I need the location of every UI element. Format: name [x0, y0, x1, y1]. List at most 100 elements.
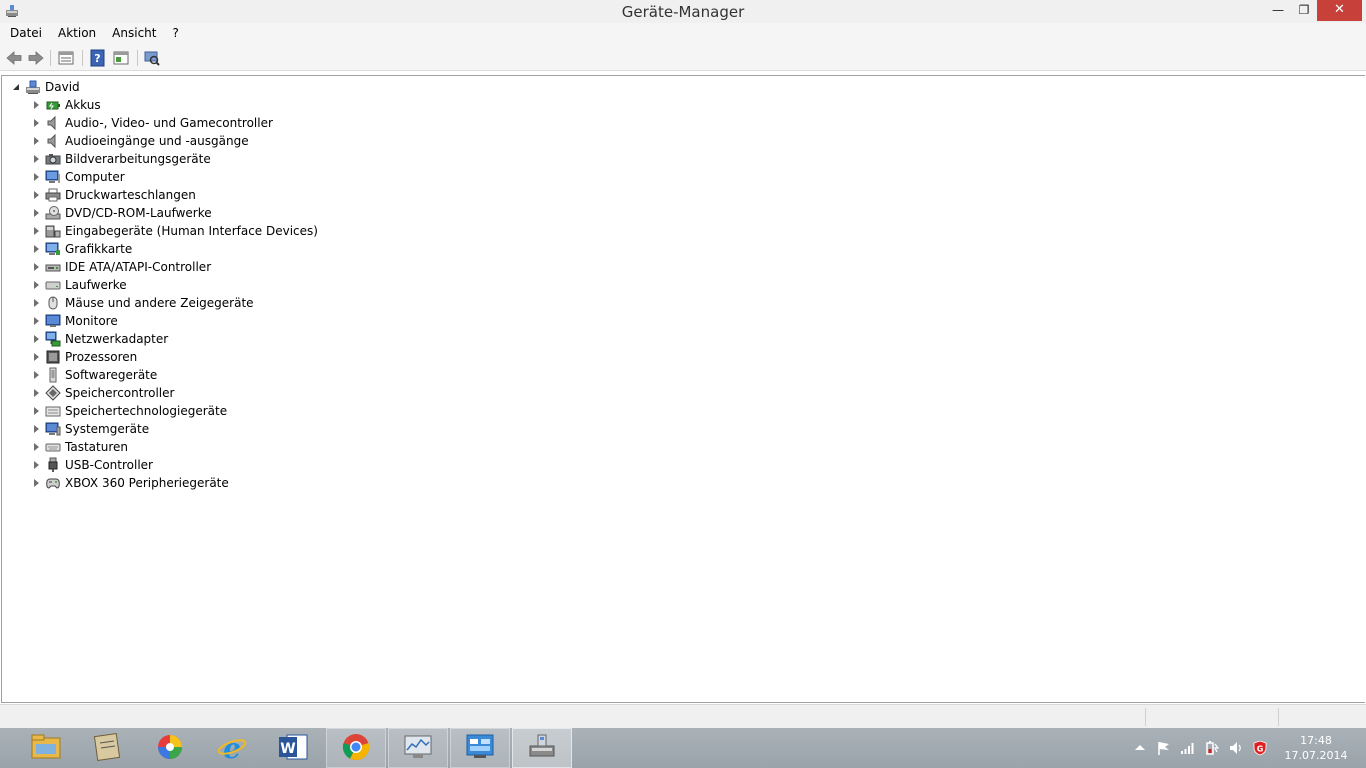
expand-arrow-icon[interactable] [31, 280, 41, 290]
tree-item[interactable]: Bildverarbeitungsgeräte [31, 150, 211, 168]
expand-arrow-icon[interactable] [31, 460, 41, 470]
internet-explorer-icon: e [216, 732, 248, 765]
taskbar-picasa[interactable] [140, 728, 200, 768]
taskbar-device-manager[interactable] [512, 728, 572, 768]
tree-item[interactable]: Audioeingänge und -ausgänge [31, 132, 249, 150]
taskbar-clock[interactable]: 17:48 17.07.2014 [1284, 733, 1348, 763]
expand-arrow-icon[interactable] [31, 226, 41, 236]
show-hidden-icons-icon[interactable] [1132, 740, 1148, 756]
action-center-flag-icon[interactable] [1156, 740, 1172, 756]
minimize-button[interactable]: — [1264, 0, 1292, 21]
forward-arrow-icon[interactable] [27, 49, 45, 67]
collapse-arrow-icon[interactable] [11, 82, 21, 92]
network-signal-icon[interactable] [1180, 740, 1196, 756]
gdata-antivirus-icon[interactable]: G [1252, 740, 1268, 756]
taskbar-control-panel[interactable] [450, 728, 510, 768]
expand-arrow-icon[interactable] [31, 298, 41, 308]
tree-item[interactable]: Speichercontroller [31, 384, 174, 402]
expand-arrow-icon[interactable] [31, 118, 41, 128]
close-button[interactable]: ✕ [1317, 0, 1362, 21]
taskbar-file-explorer[interactable] [16, 728, 76, 768]
menu-help[interactable]: ? [164, 23, 186, 45]
maximize-button[interactable]: ❐ [1290, 0, 1318, 21]
toolbar-separator [50, 50, 51, 66]
disk-drive-icon [45, 277, 61, 293]
tree-item[interactable]: Audio-, Video- und Gamecontroller [31, 114, 273, 132]
menu-datei[interactable]: Datei [0, 23, 50, 45]
tree-item[interactable]: Laufwerke [31, 276, 127, 294]
tree-item[interactable]: Mäuse und andere Zeigegeräte [31, 294, 254, 312]
clock-date: 17.07.2014 [1284, 749, 1348, 762]
tree-item[interactable]: USB-Controller [31, 456, 153, 474]
show-hide-console-tree-icon[interactable] [112, 49, 130, 67]
taskbar-system-monitor[interactable] [388, 728, 448, 768]
tree-root[interactable]: David [11, 78, 80, 96]
tree-item[interactable]: Grafikkarte [31, 240, 132, 258]
expand-arrow-icon[interactable] [31, 406, 41, 416]
menu-aktion[interactable]: Aktion [50, 23, 104, 45]
tree-item[interactable]: Monitore [31, 312, 118, 330]
expand-arrow-icon[interactable] [31, 136, 41, 146]
computer-icon [45, 169, 61, 185]
expand-arrow-icon[interactable] [31, 352, 41, 362]
scan-hardware-icon[interactable] [143, 49, 161, 67]
expand-arrow-icon[interactable] [31, 424, 41, 434]
tree-item-label: DVD/CD-ROM-Laufwerke [65, 206, 212, 220]
tree-item[interactable]: Softwaregeräte [31, 366, 157, 384]
svg-text:G: G [1257, 745, 1264, 754]
taskbar-chrome[interactable] [326, 728, 386, 768]
expand-arrow-icon[interactable] [31, 334, 41, 344]
volume-icon[interactable] [1228, 740, 1244, 756]
taskbar-word[interactable]: W [263, 728, 323, 768]
usb-icon [45, 457, 61, 473]
mouse-icon [45, 295, 61, 311]
tree-item[interactable]: Akkus [31, 96, 101, 114]
tree-item[interactable]: Systemgeräte [31, 420, 149, 438]
expand-arrow-icon[interactable] [31, 262, 41, 272]
device-tree[interactable]: David Akkus Audio-, Video- und Gamecontro… [1, 75, 1365, 703]
tree-item-label: Monitore [65, 314, 118, 328]
software-device-icon [45, 367, 61, 383]
tree-item-label: IDE ATA/ATAPI-Controller [65, 260, 212, 274]
chrome-icon [341, 732, 371, 765]
memory-technology-icon [45, 403, 61, 419]
expand-arrow-icon[interactable] [31, 388, 41, 398]
computer-root-icon [25, 79, 41, 95]
expand-arrow-icon[interactable] [31, 100, 41, 110]
tree-item-label: Systemgeräte [65, 422, 150, 436]
tree-item[interactable]: Speichertechnologiegeräte [31, 402, 227, 420]
expand-arrow-icon[interactable] [31, 478, 41, 488]
tree-item[interactable]: IDE ATA/ATAPI-Controller [31, 258, 211, 276]
expand-arrow-icon[interactable] [31, 172, 41, 182]
tree-item[interactable]: Prozessoren [31, 348, 137, 366]
expand-arrow-icon[interactable] [31, 442, 41, 452]
back-arrow-icon[interactable] [5, 49, 23, 67]
expand-arrow-icon[interactable] [31, 154, 41, 164]
disc-drive-icon [45, 205, 61, 221]
expand-arrow-icon[interactable] [31, 208, 41, 218]
printer-icon [45, 187, 61, 203]
expand-arrow-icon[interactable] [31, 316, 41, 326]
battery-icon [45, 97, 61, 113]
help-icon[interactable]: ? [89, 49, 107, 67]
ide-controller-icon [45, 259, 61, 275]
word-icon: W [277, 732, 309, 765]
status-pane [1145, 708, 1277, 726]
tree-item[interactable]: XBOX 360 Peripheriegeräte [31, 474, 229, 492]
power-icon[interactable] [1204, 740, 1220, 756]
tree-item[interactable]: Eingabegeräte (Human Interface Devices) [31, 222, 318, 240]
tree-item[interactable]: DVD/CD-ROM-Laufwerke [31, 204, 212, 222]
toolbar-separator [82, 50, 83, 66]
tree-item[interactable]: Computer [31, 168, 125, 186]
control-panel-icon [464, 732, 496, 765]
taskbar-notepad-app[interactable] [77, 728, 137, 768]
properties-icon[interactable] [57, 49, 75, 67]
tree-item[interactable]: Druckwarteschlangen [31, 186, 196, 204]
menu-ansicht[interactable]: Ansicht [104, 23, 164, 45]
expand-arrow-icon[interactable] [31, 370, 41, 380]
expand-arrow-icon[interactable] [31, 244, 41, 254]
tree-item[interactable]: Tastaturen [31, 438, 128, 456]
taskbar-internet-explorer[interactable]: e [202, 728, 262, 768]
expand-arrow-icon[interactable] [31, 190, 41, 200]
tree-item[interactable]: Netzwerkadapter [31, 330, 168, 348]
